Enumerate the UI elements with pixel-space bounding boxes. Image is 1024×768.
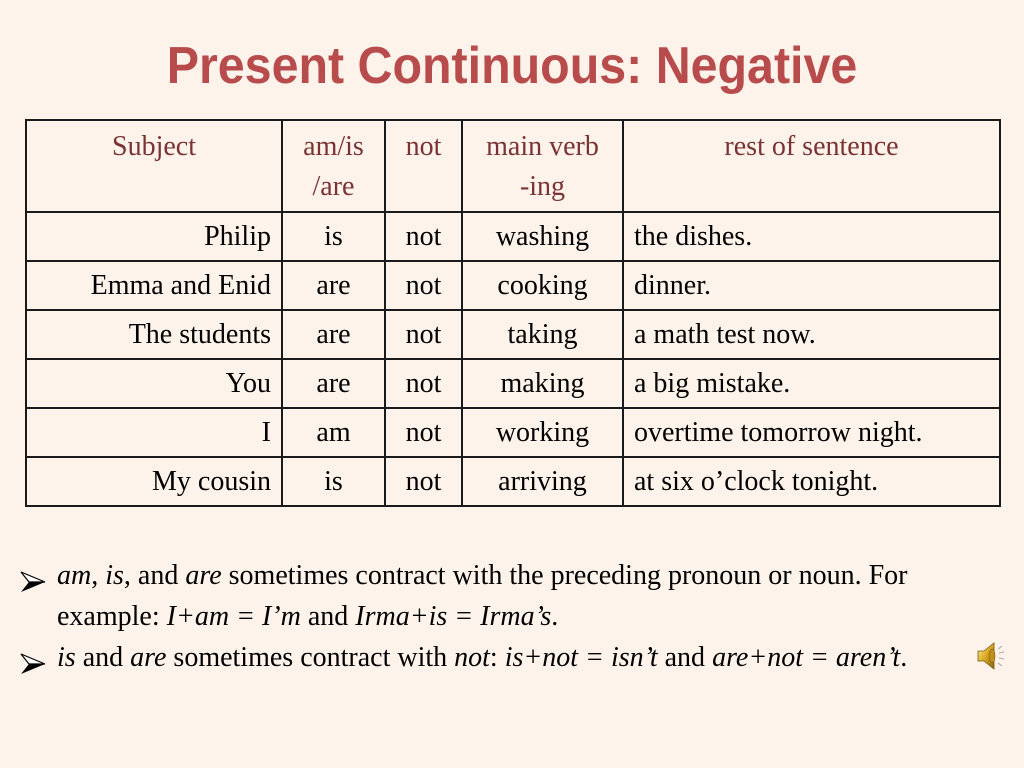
note-text: .: [900, 642, 908, 673]
cell-not: not: [384, 407, 463, 458]
cell-aux: are: [281, 260, 386, 311]
cell-subject: Emma and Enid: [25, 260, 283, 311]
cell-subject: The students: [25, 309, 283, 360]
arrowhead-bullet-icon: [20, 646, 46, 674]
grammar-table: Subject am/is/are not main verb -ing rest…: [25, 119, 1001, 507]
cell-aux: is: [281, 456, 386, 507]
header-not-label: not: [405, 131, 442, 162]
note-italic-text: am: [57, 560, 92, 591]
speaker-audio-icon[interactable]: [975, 639, 1009, 673]
cell-aux: am: [281, 407, 386, 458]
cell-verb: taking: [461, 309, 624, 360]
header-verb-line2: -ing: [519, 171, 566, 202]
table-row: My cousin is not arriving at six o’clock ton…: [25, 456, 1001, 507]
header-verb: main verb -ing: [461, 119, 624, 213]
header-rest-label: rest of sentence: [724, 131, 899, 162]
cell-verb: working: [461, 407, 624, 458]
note-italic-text: are: [185, 560, 222, 591]
note-text: and: [75, 642, 131, 673]
cell-aux: are: [281, 358, 386, 409]
cell-subject: You: [25, 358, 283, 409]
cell-rest: a math test now.: [622, 309, 1001, 360]
cell-not: not: [384, 358, 463, 409]
note-italic-text: is+not = isn’t: [504, 642, 658, 673]
note-italic-text: are+not = aren’t: [712, 642, 901, 673]
cell-subject: Philip: [25, 211, 283, 262]
cell-subject: My cousin: [25, 456, 283, 507]
cell-verb: arriving: [461, 456, 624, 507]
cell-not: not: [384, 309, 463, 360]
cell-verb: washing: [461, 211, 624, 262]
cell-rest: a big mistake.: [622, 358, 1001, 409]
note-italic-text: not: [454, 642, 490, 673]
table-row: Philip is not washing the dishes.: [25, 211, 1001, 262]
header-not: not: [384, 119, 463, 213]
note-text: ,: [91, 560, 106, 591]
cell-rest: the dishes.: [622, 211, 1001, 262]
cell-verb: cooking: [461, 260, 624, 311]
cell-rest: at six o’clock tonight.: [622, 456, 1001, 507]
note-text: , and: [123, 560, 186, 591]
table-body: Philip is not washing the dishes. Emma and En…: [25, 211, 1001, 507]
note-italic-text: I+am = I’m: [166, 601, 301, 632]
notes-list: am, is, and are sometimes contract with …: [20, 555, 1010, 678]
note-italic-text: is: [57, 642, 76, 673]
note-item: am, is, and are sometimes contract with …: [20, 555, 1010, 637]
note-text: :: [489, 642, 505, 673]
header-verb-line1: main verb: [486, 131, 599, 162]
cell-subject: I: [25, 407, 283, 458]
note-italic-text: Irma+is = Irma’s: [355, 601, 552, 632]
note-text: sometimes contract with: [166, 642, 455, 673]
cell-verb: making: [461, 358, 624, 409]
table-row: You are not making a big mistake.: [25, 358, 1001, 409]
slide-title: Present Continuous: Negative: [166, 37, 858, 95]
header-aux-line2: /are: [312, 171, 355, 202]
header-subject: Subject: [25, 119, 283, 213]
table-row: Emma and Enid are not cooking dinner.: [25, 260, 1001, 311]
cell-not: not: [384, 211, 463, 262]
header-aux-line1: am/is: [303, 131, 364, 162]
table-row: The students are not taking a math test now.: [25, 309, 1001, 360]
note-text: and: [657, 642, 713, 673]
note-italic-text: are: [130, 642, 167, 673]
note-item: is and are sometimes contract with not: …: [20, 637, 1010, 678]
header-aux: am/is/are: [281, 119, 386, 213]
note-text: .: [551, 601, 559, 632]
header-subject-label: Subject: [112, 131, 196, 162]
cell-rest: dinner.: [622, 260, 1001, 311]
cell-rest: overtime tomorrow night.: [622, 407, 1001, 458]
arrowhead-bullet-icon: [20, 564, 46, 592]
cell-aux: is: [281, 211, 386, 262]
cell-not: not: [384, 456, 463, 507]
note-italic-text: is: [105, 560, 124, 591]
table-header-row: Subject am/is/are not main verb -ing rest…: [25, 119, 1001, 213]
header-rest: rest of sentence: [622, 119, 1001, 213]
note-text: and: [300, 601, 356, 632]
cell-aux: are: [281, 309, 386, 360]
table-row: Iam not working overtime tomorrow night.: [25, 407, 1001, 458]
cell-not: not: [384, 260, 463, 311]
